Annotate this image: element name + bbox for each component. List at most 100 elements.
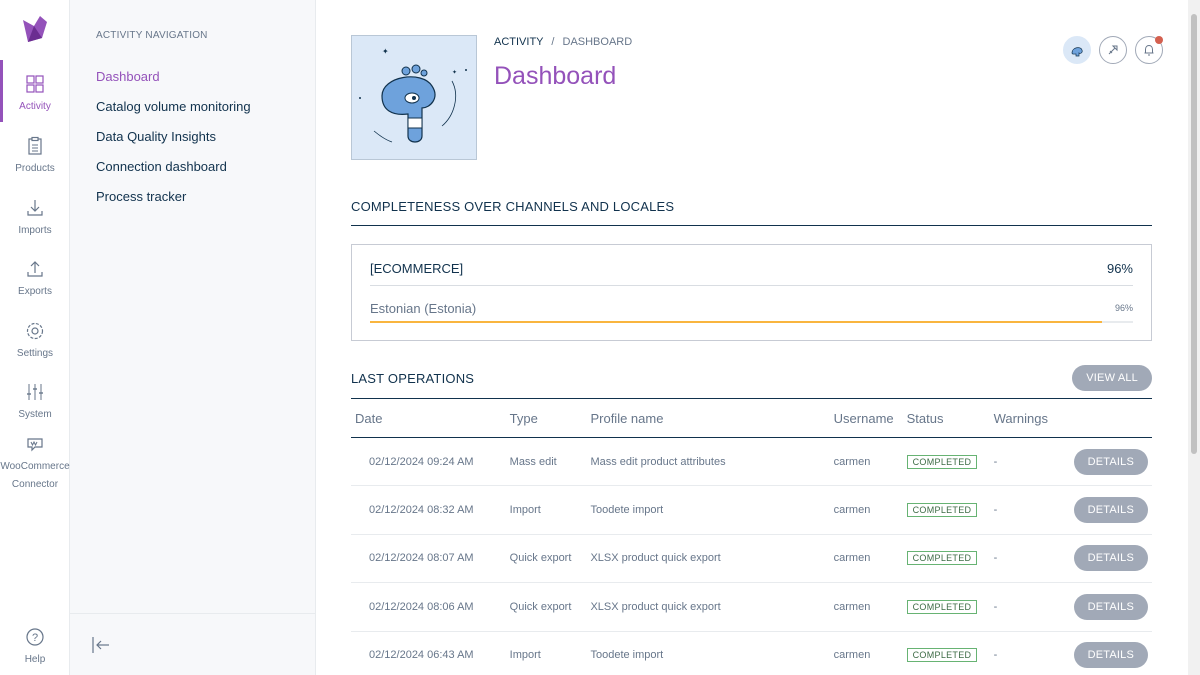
svg-text:✦: ✦ bbox=[382, 47, 389, 56]
cell-type: Quick export bbox=[505, 582, 587, 632]
cell-username: carmen bbox=[829, 437, 903, 487]
cell-warnings: - bbox=[989, 582, 1070, 632]
akeneo-logo[interactable] bbox=[20, 14, 50, 44]
channel-divider bbox=[370, 285, 1133, 286]
locale-completeness-ratio: 96% bbox=[1114, 303, 1133, 313]
breadcrumb-separator: / bbox=[551, 36, 555, 48]
notifications-button[interactable] bbox=[1135, 36, 1163, 64]
dashboard-main: ✦ ✦ ACTIVITY / DASHBOARD Dashboard COMPL… bbox=[316, 0, 1188, 675]
rail-item-system[interactable]: System bbox=[0, 382, 70, 424]
status-badge: COMPLETED bbox=[906, 551, 978, 566]
rail-label-products: Products bbox=[15, 163, 55, 174]
cell-warnings: - bbox=[989, 534, 1070, 584]
breadcrumb: ACTIVITY / DASHBOARD bbox=[494, 36, 632, 48]
cell-profile-name: XLSX product quick export bbox=[586, 582, 830, 632]
subnav-footer bbox=[70, 613, 316, 675]
breadcrumb-activity[interactable]: ACTIVITY bbox=[494, 36, 543, 48]
column-header-warnings: Warnings bbox=[989, 398, 1070, 438]
cell-username: carmen bbox=[829, 582, 903, 632]
column-header-actions bbox=[1069, 398, 1152, 438]
cell-actions: DETAILS bbox=[1069, 437, 1152, 487]
cell-actions: DETAILS bbox=[1069, 582, 1152, 632]
cell-username: carmen bbox=[829, 485, 903, 535]
cell-actions: DETAILS bbox=[1069, 485, 1152, 535]
rail-item-help[interactable]: ? Help bbox=[0, 627, 70, 669]
locale-progress-bar bbox=[370, 321, 1133, 323]
subnav-link-connection-dashboard[interactable]: Connection dashboard bbox=[96, 159, 227, 174]
user-avatar[interactable] bbox=[1063, 36, 1091, 64]
rail-label-activity: Activity bbox=[19, 101, 51, 112]
cell-date: 02/12/2024 08:06 AM bbox=[351, 582, 506, 632]
rail-item-exports[interactable]: Exports bbox=[0, 259, 70, 301]
cell-date: 02/12/2024 08:07 AM bbox=[351, 534, 506, 584]
exports-icon bbox=[27, 261, 43, 277]
completeness-divider bbox=[351, 225, 1152, 226]
subnav-link-data-quality-insights[interactable]: Data Quality Insights bbox=[96, 129, 216, 144]
cell-actions: DETAILS bbox=[1069, 631, 1152, 675]
rail-label-help: Help bbox=[24, 654, 46, 665]
settings-icon bbox=[26, 322, 44, 340]
cell-status: COMPLETED bbox=[902, 582, 990, 632]
avatar-icon bbox=[1071, 47, 1083, 57]
subnav-link-process-tracker[interactable]: Process tracker bbox=[96, 189, 186, 204]
cell-date: 02/12/2024 08:32 AM bbox=[351, 485, 506, 535]
cell-type: Import bbox=[505, 631, 587, 675]
rail-item-woocommerce[interactable]: WooCommerce Connector bbox=[0, 434, 70, 494]
page-scrollbar[interactable] bbox=[1188, 0, 1200, 675]
scrollbar-thumb[interactable] bbox=[1191, 14, 1197, 454]
column-header-profile-name: Profile name bbox=[586, 398, 830, 438]
details-button[interactable]: DETAILS bbox=[1073, 642, 1148, 669]
notification-indicator bbox=[1155, 36, 1163, 44]
rail-item-imports[interactable]: Imports bbox=[0, 198, 70, 240]
cell-username: carmen bbox=[829, 534, 903, 584]
column-header-date: Date bbox=[351, 398, 506, 438]
help-icon: ? bbox=[26, 628, 44, 646]
subnav-link-dashboard[interactable]: Dashboard bbox=[96, 69, 160, 84]
cell-status: COMPLETED bbox=[902, 534, 990, 584]
table-row: 02/12/2024 08:06 AM Quick export XLSX pr… bbox=[351, 582, 1152, 632]
details-button[interactable]: DETAILS bbox=[1073, 497, 1148, 524]
breadcrumb-dashboard: DASHBOARD bbox=[562, 36, 633, 48]
status-badge: COMPLETED bbox=[906, 599, 978, 614]
rail-item-settings[interactable]: Settings bbox=[0, 321, 70, 363]
cell-date: 02/12/2024 06:43 AM bbox=[351, 631, 506, 675]
view-all-button[interactable]: VIEW ALL bbox=[1072, 365, 1152, 391]
details-button[interactable]: DETAILS bbox=[1073, 545, 1148, 572]
channel-name: [ECOMMERCE] bbox=[370, 261, 464, 276]
rail-item-products[interactable]: Products bbox=[0, 136, 70, 178]
subnav-title: ACTIVITY NAVIGATION bbox=[96, 30, 208, 41]
dashboard-illustration: ✦ ✦ bbox=[351, 35, 477, 160]
woocommerce-icon bbox=[27, 438, 43, 452]
cell-profile-name: Toodete import bbox=[586, 631, 830, 675]
svg-text:✦: ✦ bbox=[452, 69, 457, 76]
activity-icon bbox=[26, 75, 44, 93]
activity-subnavigation: ACTIVITY NAVIGATION Dashboard Catalog vo… bbox=[70, 0, 316, 675]
operations-table: Date Type Profile name Username Status W… bbox=[351, 398, 1152, 675]
table-row: 02/12/2024 08:32 AM Import Toodete impor… bbox=[351, 485, 1152, 535]
cell-profile-name: Toodete import bbox=[586, 485, 830, 535]
collapse-icon[interactable] bbox=[90, 634, 112, 656]
products-icon bbox=[28, 136, 42, 155]
table-row: 02/12/2024 06:43 AM Import Toodete impor… bbox=[351, 631, 1152, 675]
main-navigation-rail: Activity Products Imports Exports Settin… bbox=[0, 0, 70, 675]
details-button[interactable]: DETAILS bbox=[1073, 448, 1148, 475]
launch-icon bbox=[1108, 45, 1118, 55]
cell-username: carmen bbox=[829, 631, 903, 675]
subnav-link-catalog-volume-monitoring[interactable]: Catalog volume monitoring bbox=[96, 99, 251, 114]
page-title: Dashboard bbox=[494, 62, 617, 90]
launch-button[interactable] bbox=[1099, 36, 1127, 64]
rail-label-system: System bbox=[18, 409, 52, 420]
rail-label-exports: Exports bbox=[18, 286, 52, 297]
column-header-username: Username bbox=[829, 398, 903, 438]
rail-label-settings: Settings bbox=[16, 348, 54, 359]
cell-warnings: - bbox=[989, 437, 1070, 487]
completeness-section-title: COMPLETENESS OVER CHANNELS AND LOCALES bbox=[351, 199, 675, 214]
status-badge: COMPLETED bbox=[906, 503, 978, 518]
rail-label-woocommerce: WooCommerce Connector bbox=[0, 461, 70, 490]
details-button[interactable]: DETAILS bbox=[1073, 593, 1148, 620]
last-operations-title: LAST OPERATIONS bbox=[351, 371, 475, 386]
channel-completeness-ratio: 96% bbox=[1106, 261, 1133, 276]
system-icon bbox=[27, 384, 43, 400]
rail-item-activity[interactable]: Activity bbox=[0, 60, 70, 122]
cell-warnings: - bbox=[989, 631, 1070, 675]
